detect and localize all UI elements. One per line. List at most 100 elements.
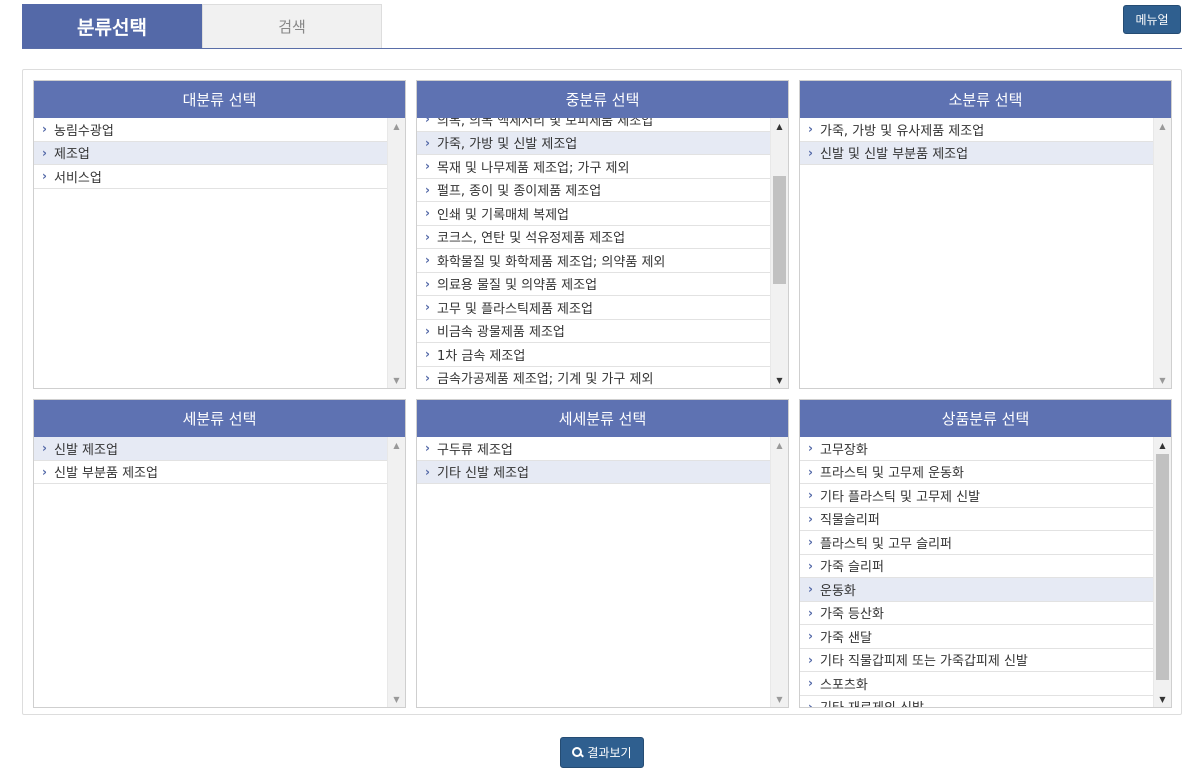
list-medium-category[interactable]: › 의복, 의복 액세서리 및 모피제품 제조업 › 가죽, 가방 및 신발 제조업 ›… bbox=[417, 118, 770, 388]
list-item-label: 의복, 의복 액세서리 및 모피제품 제조업 bbox=[437, 118, 654, 129]
scroll-down-arrow-icon[interactable]: ▼ bbox=[388, 372, 405, 388]
scroll-up-arrow-icon[interactable]: ▲ bbox=[1154, 437, 1171, 453]
list-item[interactable]: › 기타 플라스틱 및 고무제 신발 bbox=[800, 484, 1153, 508]
list-item-label: 농림수광업 bbox=[54, 123, 114, 139]
list-item[interactable]: › 구두류 제조업 bbox=[417, 437, 770, 461]
list-item[interactable]: › 농림수광업 bbox=[34, 118, 387, 142]
list-item[interactable]: › 의료용 물질 및 의약품 제조업 bbox=[417, 273, 770, 296]
chevron-right-icon: › bbox=[425, 229, 430, 244]
chevron-right-icon: › bbox=[425, 300, 430, 315]
scroll-thumb[interactable] bbox=[1156, 454, 1169, 680]
list-item[interactable]: › 프라스틱 및 고무제 운동화 bbox=[800, 461, 1153, 484]
chevron-right-icon: › bbox=[425, 182, 430, 197]
list-detail-category[interactable]: › 신발 제조업 › 신발 부분품 제조업 bbox=[34, 437, 387, 707]
list-item-label: 의료용 물질 및 의약품 제조업 bbox=[437, 278, 598, 294]
view-results-button[interactable]: 결과보기 bbox=[560, 737, 644, 768]
list-item-label: 구두류 제조업 bbox=[437, 442, 513, 458]
scroll-down-arrow-icon[interactable]: ▼ bbox=[771, 691, 788, 707]
chevron-right-icon: › bbox=[808, 441, 813, 456]
list-item[interactable]: › 코크스, 연탄 및 석유정제품 제조업 bbox=[417, 226, 770, 249]
scroll-down-arrow-icon[interactable]: ▼ bbox=[771, 372, 788, 388]
scroll-up-arrow-icon[interactable]: ▲ bbox=[771, 118, 788, 134]
panel-subdetail-category: 세세분류 선택 › 구두류 제조업 › 기타 신발 제조업 ▲ ▼ bbox=[416, 399, 789, 708]
list-item[interactable]: › 직물슬리퍼 bbox=[800, 508, 1153, 531]
panel-header: 세분류 선택 bbox=[34, 400, 405, 437]
list-item[interactable]: › 의복, 의복 액세서리 및 모피제품 제조업 bbox=[417, 118, 770, 132]
chevron-right-icon: › bbox=[808, 699, 813, 707]
chevron-right-icon: › bbox=[808, 511, 813, 526]
list-item[interactable]: › 신발 제조업 bbox=[34, 437, 387, 461]
list-item-label: 인쇄 및 기록매체 복제업 bbox=[437, 207, 569, 223]
list-item[interactable]: › 신발 부분품 제조업 bbox=[34, 461, 387, 484]
chevron-right-icon: › bbox=[42, 122, 47, 137]
list-item[interactable]: › 기타 직물갑피제 또는 가죽갑피제 신발 bbox=[800, 649, 1153, 672]
list-small-category[interactable]: › 가죽, 가방 및 유사제품 제조업 › 신발 및 신발 부분품 제조업 bbox=[800, 118, 1153, 388]
chevron-right-icon: › bbox=[425, 159, 430, 174]
scroll-down-arrow-icon[interactable]: ▼ bbox=[1154, 691, 1171, 707]
scrollbar[interactable]: ▲ ▼ bbox=[770, 118, 788, 388]
list-item[interactable]: › 스포츠화 bbox=[800, 672, 1153, 696]
list-item[interactable]: › 운동화 bbox=[800, 578, 1153, 602]
list-item[interactable]: › 펄프, 종이 및 종이제품 제조업 bbox=[417, 179, 770, 202]
scroll-up-arrow-icon[interactable]: ▲ bbox=[1154, 118, 1171, 134]
list-item-label: 신발 부분품 제조업 bbox=[54, 466, 158, 482]
list-item[interactable]: › 고무장화 bbox=[800, 437, 1153, 461]
scroll-down-arrow-icon[interactable]: ▼ bbox=[1154, 372, 1171, 388]
list-item[interactable]: › 가죽, 가방 및 신발 제조업 bbox=[417, 131, 770, 155]
chevron-right-icon: › bbox=[425, 441, 430, 456]
chevron-right-icon: › bbox=[425, 276, 430, 291]
list-item-label: 금속가공제품 제조업; 기계 및 가구 제외 bbox=[437, 372, 654, 388]
scroll-up-arrow-icon[interactable]: ▲ bbox=[388, 118, 405, 134]
scrollbar[interactable]: ▲ ▼ bbox=[387, 118, 405, 388]
chevron-right-icon: › bbox=[808, 676, 813, 691]
list-item-label: 가죽 슬리퍼 bbox=[820, 560, 884, 576]
chevron-right-icon: › bbox=[425, 323, 430, 338]
scrollbar[interactable]: ▲ ▼ bbox=[387, 437, 405, 707]
list-item-label: 펄프, 종이 및 종이제품 제조업 bbox=[437, 184, 602, 200]
list-item[interactable]: › 목재 및 나무제품 제조업; 가구 제외 bbox=[417, 155, 770, 179]
chevron-right-icon: › bbox=[808, 558, 813, 573]
chevron-right-icon: › bbox=[808, 488, 813, 503]
list-item[interactable]: › 플라스틱 및 고무 슬리퍼 bbox=[800, 531, 1153, 555]
list-item[interactable]: › 고무 및 플라스틱제품 제조업 bbox=[417, 296, 770, 320]
list-item[interactable]: › 서비스업 bbox=[34, 165, 387, 189]
list-item[interactable]: › 가죽 샌달 bbox=[800, 625, 1153, 649]
chevron-right-icon: › bbox=[425, 135, 430, 150]
scroll-up-arrow-icon[interactable]: ▲ bbox=[388, 437, 405, 453]
list-item[interactable]: › 가죽 슬리퍼 bbox=[800, 555, 1153, 578]
list-item[interactable]: › 인쇄 및 기록매체 복제업 bbox=[417, 202, 770, 226]
list-item[interactable]: › 신발 및 신발 부분품 제조업 bbox=[800, 141, 1153, 165]
list-item-label: 스포츠화 bbox=[820, 677, 868, 693]
list-item[interactable]: › 기타 신발 제조업 bbox=[417, 460, 770, 484]
chevron-right-icon: › bbox=[42, 464, 47, 479]
scroll-down-arrow-icon[interactable]: ▼ bbox=[388, 691, 405, 707]
list-item[interactable]: › 비금속 광물제품 제조업 bbox=[417, 320, 770, 343]
scrollbar[interactable]: ▲ ▼ bbox=[1153, 118, 1171, 388]
tab-category-select[interactable]: 분류선택 bbox=[22, 4, 202, 48]
list-subdetail-category[interactable]: › 구두류 제조업 › 기타 신발 제조업 bbox=[417, 437, 770, 707]
manual-button[interactable]: 메뉴얼 bbox=[1123, 5, 1181, 34]
list-large-category[interactable]: › 농림수광업 › 제조업 › 서비스업 bbox=[34, 118, 387, 388]
scroll-up-arrow-icon[interactable]: ▲ bbox=[771, 437, 788, 453]
list-item-label: 비금속 광물제품 제조업 bbox=[437, 325, 565, 341]
list-item[interactable]: › 화학물질 및 화학제품 제조업; 의약품 제외 bbox=[417, 249, 770, 273]
list-item[interactable]: › 1차 금속 제조업 bbox=[417, 343, 770, 367]
list-product-category[interactable]: › 고무장화 › 프라스틱 및 고무제 운동화 › 기타 플라스틱 및 고무제 신발 › 직물… bbox=[800, 437, 1153, 707]
chevron-right-icon: › bbox=[808, 122, 813, 137]
list-item[interactable]: › 제조업 bbox=[34, 141, 387, 165]
search-icon bbox=[572, 747, 583, 758]
top-tab-bar: 분류선택 검색 bbox=[22, 4, 1182, 49]
tab-search[interactable]: 검색 bbox=[202, 4, 382, 48]
list-item[interactable]: › 가죽 등산화 bbox=[800, 602, 1153, 625]
chevron-right-icon: › bbox=[808, 605, 813, 620]
list-item[interactable]: › 기타 재료제의 신발 bbox=[800, 696, 1153, 707]
chevron-right-icon: › bbox=[42, 145, 47, 160]
panel-header: 상품분류 선택 bbox=[800, 400, 1171, 437]
list-item-label: 가죽, 가방 및 유사제품 제조업 bbox=[820, 123, 985, 139]
list-item[interactable]: › 가죽, 가방 및 유사제품 제조업 bbox=[800, 118, 1153, 142]
list-item[interactable]: › 금속가공제품 제조업; 기계 및 가구 제외 bbox=[417, 367, 770, 389]
scroll-thumb[interactable] bbox=[773, 176, 786, 284]
scrollbar[interactable]: ▲ ▼ bbox=[770, 437, 788, 707]
list-item-label: 기타 재료제의 신발 bbox=[820, 697, 924, 707]
scrollbar[interactable]: ▲ ▼ bbox=[1153, 437, 1171, 707]
